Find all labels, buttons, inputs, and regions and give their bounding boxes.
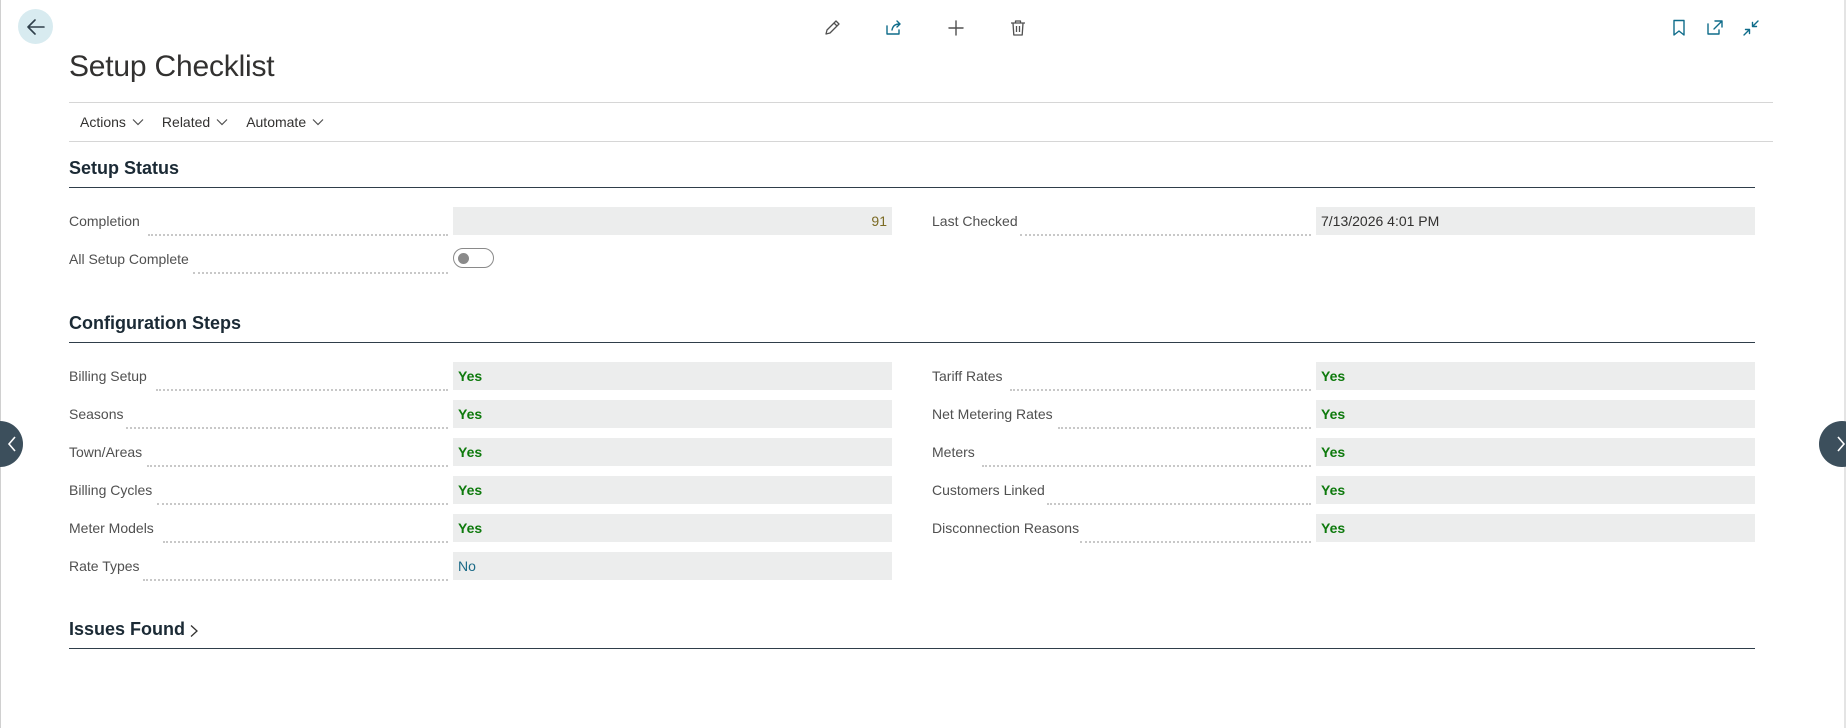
chevron-left-icon bbox=[7, 436, 16, 452]
pencil-icon bbox=[825, 20, 840, 35]
chevron-down-icon bbox=[312, 119, 324, 126]
completion-value[interactable]: 91 bbox=[453, 207, 892, 235]
actions-menu[interactable]: Actions bbox=[80, 114, 144, 130]
toggle-knob bbox=[458, 253, 469, 264]
meter-models-label: Meter Models bbox=[69, 520, 154, 536]
field-leader-dots bbox=[982, 439, 1311, 467]
issues-found-title: Issues Found bbox=[69, 619, 186, 639]
share-icon bbox=[886, 20, 901, 35]
trash-icon bbox=[1011, 20, 1025, 36]
rate-types-value[interactable]: No bbox=[453, 552, 892, 580]
all-setup-complete-toggle[interactable] bbox=[453, 248, 494, 268]
meters-label: Meters bbox=[932, 444, 975, 460]
seasons-label: Seasons bbox=[69, 406, 124, 422]
automate-menu[interactable]: Automate bbox=[246, 114, 324, 130]
collapse-arrows-icon bbox=[1743, 20, 1759, 36]
actions-menu-label: Actions bbox=[80, 114, 126, 130]
town-areas-label: Town/Areas bbox=[69, 444, 143, 460]
arrow-left-icon bbox=[26, 18, 45, 35]
billing-cycles-label: Billing Cycles bbox=[69, 482, 153, 498]
related-menu-label: Related bbox=[161, 114, 211, 130]
action-bar: Actions Related Automate bbox=[69, 102, 1773, 142]
issues-found-header[interactable]: Issues Found bbox=[69, 619, 1755, 649]
field-leader-dots bbox=[193, 246, 448, 274]
field-leader-dots bbox=[143, 553, 448, 581]
back-button[interactable] bbox=[18, 9, 53, 44]
field-leader-dots bbox=[148, 208, 448, 236]
next-record-button[interactable] bbox=[1819, 421, 1846, 467]
page-actions-right bbox=[1664, 14, 1766, 42]
chevron-down-icon bbox=[132, 119, 144, 126]
last-checked-label: Last Checked bbox=[932, 213, 1018, 229]
completion-label: Completion bbox=[69, 213, 140, 229]
field-leader-dots bbox=[1010, 363, 1311, 391]
field-leader-dots bbox=[1080, 515, 1311, 543]
town-areas-value[interactable]: Yes bbox=[453, 438, 892, 466]
tariff-rates-value[interactable]: Yes bbox=[1316, 362, 1755, 390]
field-leader-dots bbox=[126, 401, 448, 429]
chevron-right-icon bbox=[1837, 436, 1846, 452]
share-button[interactable] bbox=[874, 14, 914, 42]
rate-types-label: Rate Types bbox=[69, 558, 140, 574]
tariff-rates-label: Tariff Rates bbox=[932, 368, 1003, 384]
related-menu[interactable]: Related bbox=[162, 114, 228, 130]
billing-setup-label: Billing Setup bbox=[69, 368, 147, 384]
field-leader-dots bbox=[156, 363, 448, 391]
all-setup-complete-label: All Setup Complete bbox=[69, 251, 189, 267]
seasons-value[interactable]: Yes bbox=[453, 400, 892, 428]
disconnection-reasons-value[interactable]: Yes bbox=[1316, 514, 1755, 542]
billing-setup-value[interactable]: Yes bbox=[453, 362, 892, 390]
chevron-right-icon bbox=[190, 625, 198, 637]
automate-menu-label: Automate bbox=[246, 114, 307, 130]
field-leader-dots bbox=[1047, 477, 1311, 505]
open-in-new-window-icon bbox=[1707, 20, 1723, 35]
page-toolbar bbox=[812, 14, 1038, 42]
configuration-steps-header[interactable]: Configuration Steps bbox=[69, 313, 1755, 343]
bookmark-icon bbox=[1673, 19, 1685, 36]
delete-button[interactable] bbox=[998, 14, 1038, 42]
bookmark-button[interactable] bbox=[1664, 14, 1694, 42]
net-metering-rates-label: Net Metering Rates bbox=[932, 406, 1053, 422]
setup-status-header[interactable]: Setup Status bbox=[69, 158, 1755, 188]
field-leader-dots bbox=[1020, 208, 1311, 236]
page-title: Setup Checklist bbox=[69, 50, 275, 83]
collapse-button[interactable] bbox=[1736, 14, 1766, 42]
new-button[interactable] bbox=[936, 14, 976, 42]
last-checked-value[interactable]: 7/13/2026 4:01 PM bbox=[1316, 207, 1755, 235]
disconnection-reasons-label: Disconnection Reasons bbox=[932, 520, 1080, 536]
meters-value[interactable]: Yes bbox=[1316, 438, 1755, 466]
window-left-border bbox=[0, 0, 1, 728]
field-leader-dots bbox=[1058, 401, 1311, 429]
field-leader-dots bbox=[147, 439, 448, 467]
edit-button[interactable] bbox=[812, 14, 852, 42]
setup-status-title: Setup Status bbox=[69, 158, 180, 178]
configuration-steps-title: Configuration Steps bbox=[69, 313, 241, 333]
chevron-down-icon bbox=[216, 119, 228, 126]
customers-linked-label: Customers Linked bbox=[932, 482, 1045, 498]
field-leader-dots bbox=[157, 477, 448, 505]
net-metering-rates-value[interactable]: Yes bbox=[1316, 400, 1755, 428]
open-new-window-button[interactable] bbox=[1700, 14, 1730, 42]
billing-cycles-value[interactable]: Yes bbox=[453, 476, 892, 504]
plus-icon bbox=[948, 20, 964, 36]
previous-record-button[interactable] bbox=[0, 421, 23, 467]
meter-models-value[interactable]: Yes bbox=[453, 514, 892, 542]
customers-linked-value[interactable]: Yes bbox=[1316, 476, 1755, 504]
field-leader-dots bbox=[163, 515, 448, 543]
